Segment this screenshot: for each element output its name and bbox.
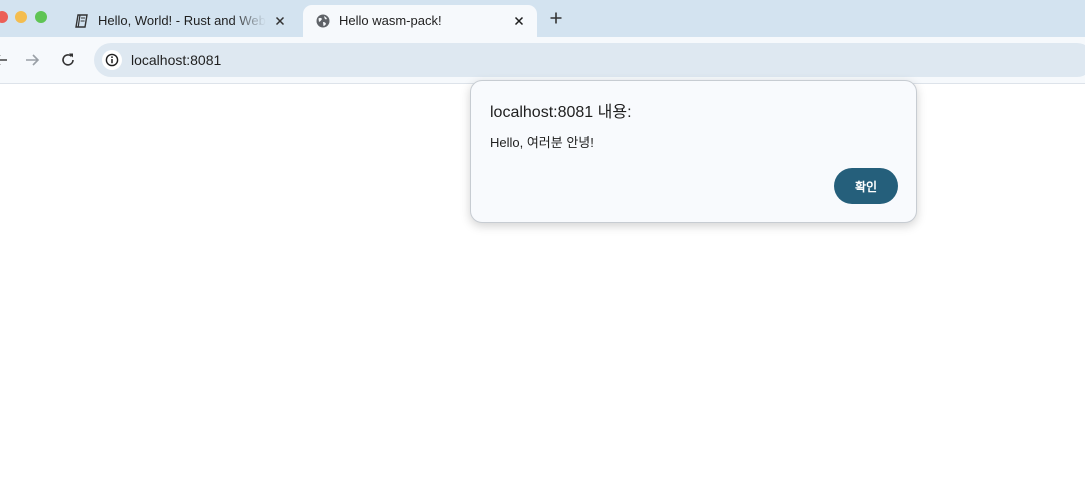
forward-arrow-icon[interactable] bbox=[23, 51, 41, 69]
tab-rust-wasm[interactable]: Hello, World! - Rust and WebAssembly bbox=[62, 5, 298, 37]
address-bar[interactable]: localhost:8081 bbox=[94, 43, 1085, 77]
dialog-message: Hello, 여러분 안녕! bbox=[490, 135, 594, 150]
maximize-window-button[interactable] bbox=[35, 11, 47, 23]
tab-strip: Hello, World! - Rust and WebAssembly Hel… bbox=[0, 0, 1085, 37]
toolbar: localhost:8081 bbox=[0, 37, 1085, 84]
new-tab-icon[interactable] bbox=[547, 9, 565, 27]
ok-button[interactable]: 확인 bbox=[834, 168, 898, 204]
alert-dialog: localhost:8081 내용: Hello, 여러분 안녕! 확인 bbox=[470, 80, 917, 223]
dialog-title: localhost:8081 내용: bbox=[490, 104, 632, 121]
close-icon[interactable] bbox=[272, 13, 288, 29]
reload-icon[interactable] bbox=[59, 51, 77, 69]
close-window-button[interactable] bbox=[0, 11, 8, 23]
tab-title: Hello, World! - Rust and WebAssembly bbox=[98, 13, 266, 28]
tab-hello-wasm-pack[interactable]: Hello wasm-pack! bbox=[303, 5, 537, 37]
close-icon[interactable] bbox=[511, 13, 527, 29]
info-icon[interactable] bbox=[102, 50, 122, 70]
browser-window: Hello, World! - Rust and WebAssembly Hel… bbox=[0, 0, 1085, 501]
back-arrow-icon[interactable] bbox=[0, 51, 10, 69]
globe-icon bbox=[315, 13, 331, 29]
url-text: localhost:8081 bbox=[131, 52, 222, 68]
minimize-window-button[interactable] bbox=[15, 11, 27, 23]
book-icon bbox=[74, 13, 90, 29]
tab-title: Hello wasm-pack! bbox=[339, 13, 442, 28]
